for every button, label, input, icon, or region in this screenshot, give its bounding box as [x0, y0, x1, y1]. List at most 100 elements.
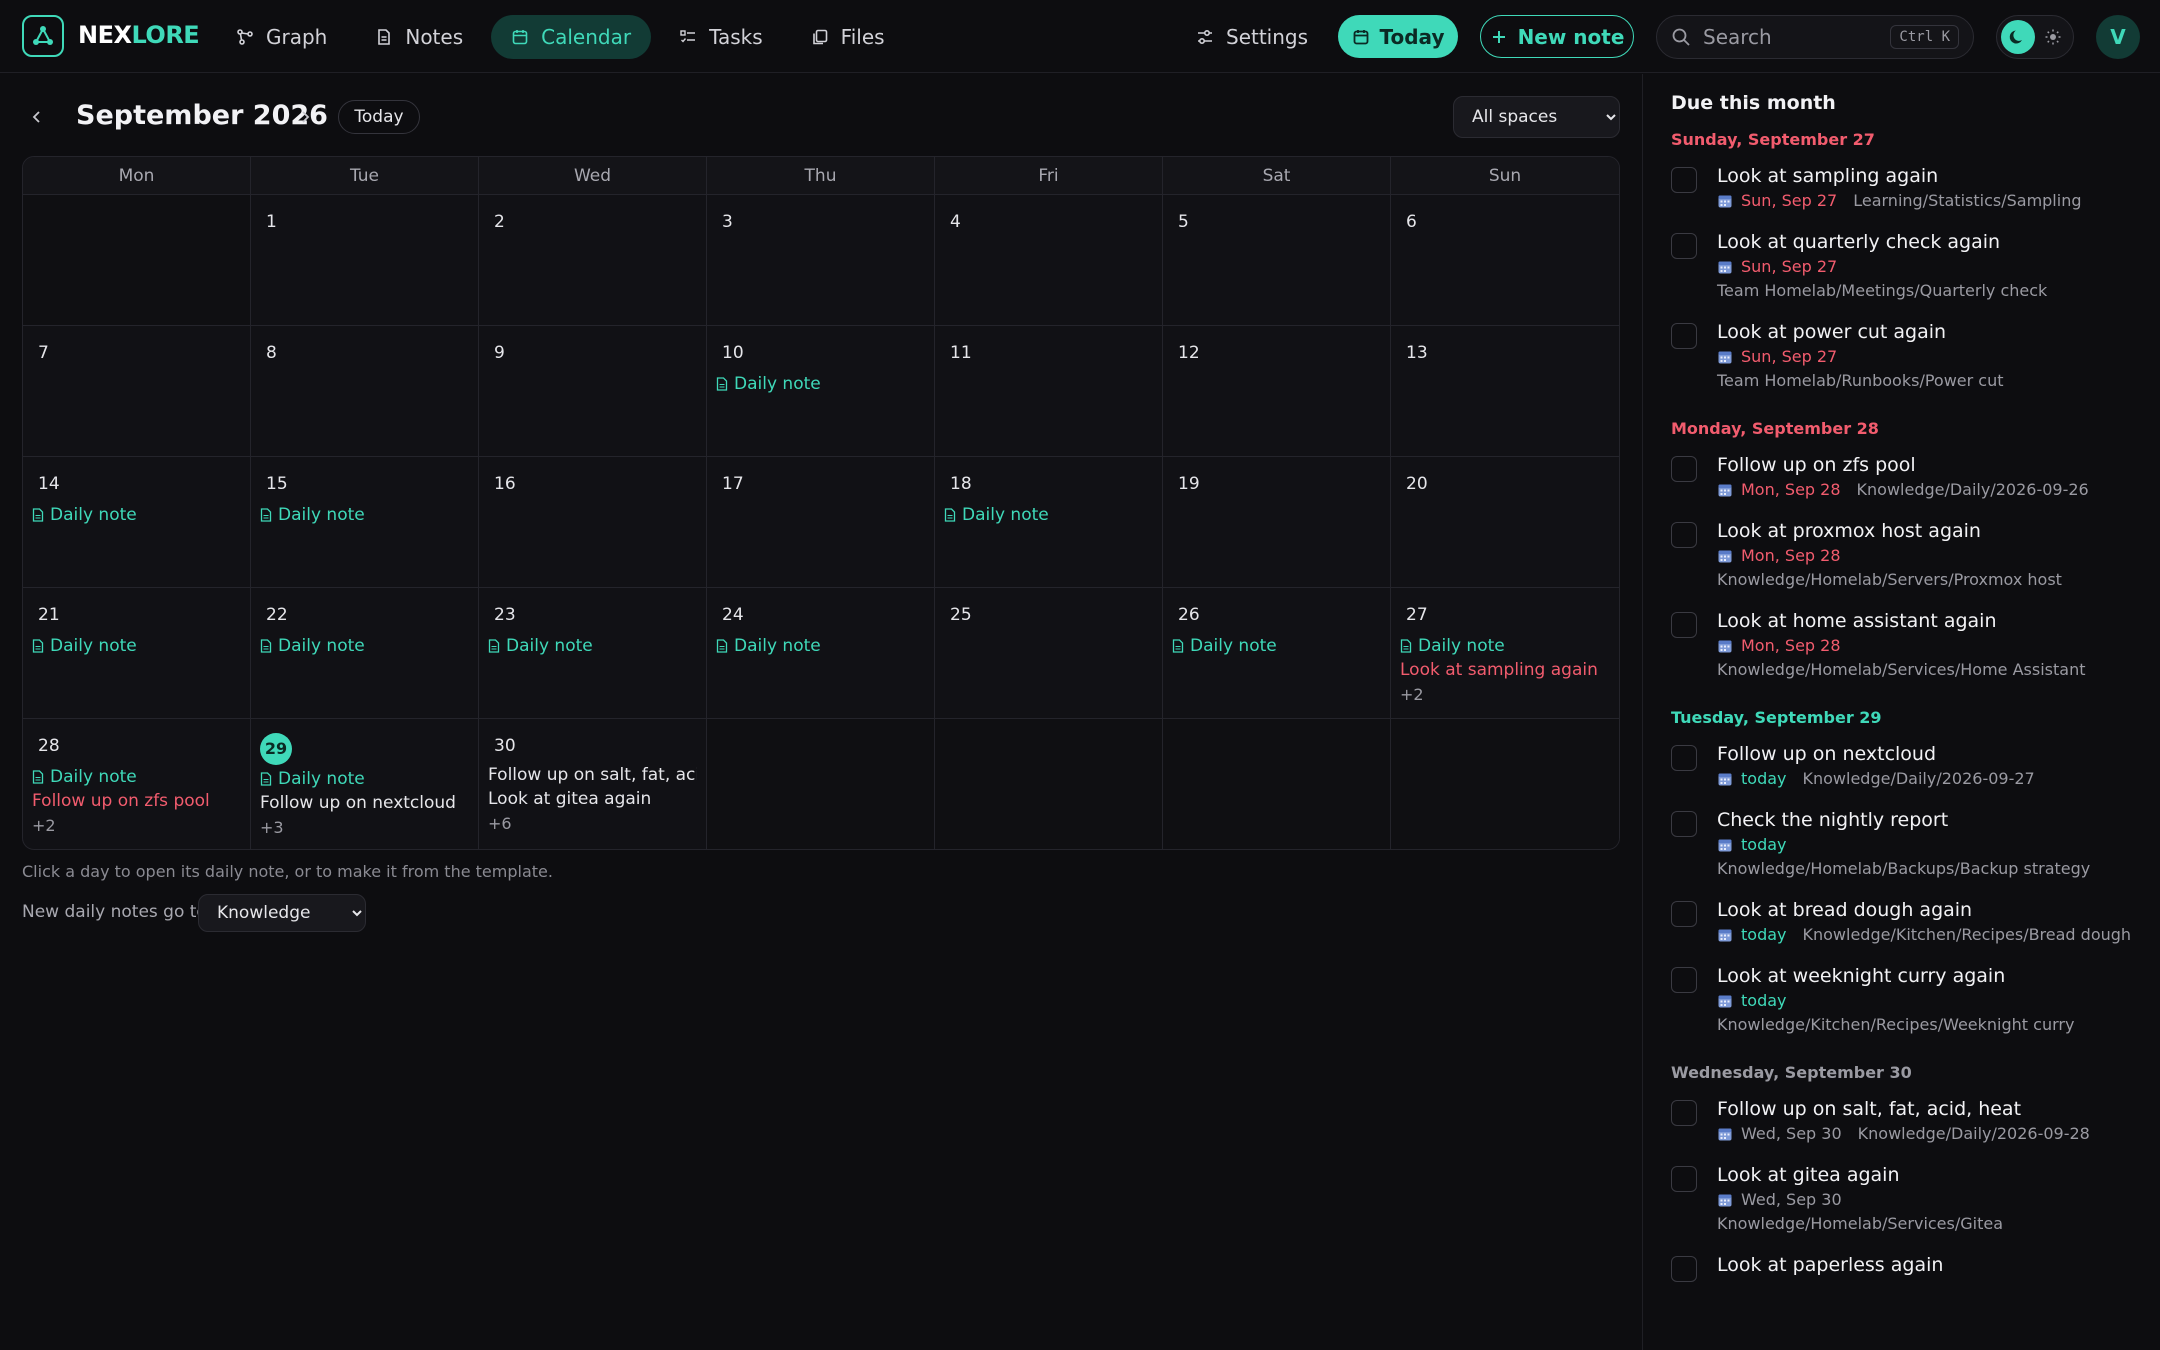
day-cell[interactable]: 9 [479, 326, 707, 457]
nav-calendar[interactable]: Calendar [491, 15, 652, 59]
task-note-path[interactable]: Team Homelab/Runbooks/Power cut [1717, 369, 2004, 393]
day-cell[interactable]: 17 [707, 457, 935, 588]
due-task-row[interactable]: Look at sampling again Sun, Sep 27 Learnin… [1671, 155, 2132, 221]
daily-note-link[interactable]: Daily note [1400, 634, 1610, 658]
day-cell[interactable]: 12 [1163, 326, 1391, 457]
daily-note-link[interactable]: Daily note [260, 503, 469, 527]
task-checkbox[interactable] [1671, 167, 1697, 193]
task-title[interactable]: Check the nightly report [1717, 807, 2132, 833]
daily-note-link[interactable]: Daily note [32, 765, 241, 789]
task-checkbox[interactable] [1671, 1166, 1697, 1192]
task-title[interactable]: Look at paperless again [1717, 1252, 2132, 1278]
daily-note-link[interactable]: Daily note [260, 634, 469, 658]
task-event[interactable]: Look at sampling again [1400, 658, 1610, 682]
task-checkbox[interactable] [1671, 967, 1697, 993]
nav-files[interactable]: Files [791, 15, 905, 59]
day-cell[interactable]: 23 Daily note [479, 588, 707, 719]
day-cell[interactable]: 7 [23, 326, 251, 457]
calendar-today-button[interactable]: Today [338, 100, 420, 134]
destination-select[interactable]: Knowledge [198, 894, 366, 932]
daily-note-link[interactable]: Daily note [944, 503, 1153, 527]
daily-note-link[interactable]: Daily note [32, 634, 241, 658]
task-note-path[interactable]: Knowledge/Kitchen/Recipes/Bread dough [1803, 923, 2132, 947]
day-cell[interactable]: 13 [1391, 326, 1619, 457]
day-cell[interactable]: 4 [935, 195, 1163, 326]
nav-graph[interactable]: Graph [216, 15, 347, 59]
more-events-link[interactable]: +6 [488, 811, 697, 835]
search-box[interactable]: Ctrl K [1656, 15, 1974, 59]
day-cell[interactable]: 30 Follow up on salt, fat, aci... Look at … [479, 719, 707, 849]
due-task-row[interactable]: Look at quarterly check again Sun, Sep 27… [1671, 221, 2132, 311]
avatar[interactable]: V [2096, 15, 2140, 59]
day-cell[interactable]: 28 Daily note Follow up on zfs pool +2 [23, 719, 251, 849]
task-title[interactable]: Look at bread dough again [1717, 897, 2132, 923]
task-checkbox[interactable] [1671, 522, 1697, 548]
task-checkbox[interactable] [1671, 233, 1697, 259]
more-events-link[interactable]: +2 [32, 813, 241, 837]
day-cell[interactable]: 20 [1391, 457, 1619, 588]
more-events-link[interactable]: +3 [260, 815, 469, 839]
day-cell[interactable]: 22 Daily note [251, 588, 479, 719]
settings-button[interactable]: Settings [1186, 15, 1318, 59]
task-note-path[interactable]: Knowledge/Homelab/Servers/Proxmox host [1717, 568, 2062, 592]
due-task-row[interactable]: Check the nightly report today Knowledge/H… [1671, 799, 2132, 889]
task-event[interactable]: Follow up on salt, fat, aci... [488, 763, 697, 787]
task-checkbox[interactable] [1671, 811, 1697, 837]
task-checkbox[interactable] [1671, 1100, 1697, 1126]
due-task-row[interactable]: Look at bread dough again today Knowledge/… [1671, 889, 2132, 955]
task-note-path[interactable]: Knowledge/Kitchen/Recipes/Weeknight curr… [1717, 1013, 2074, 1037]
task-event[interactable]: Look at gitea again [488, 787, 697, 811]
due-task-row[interactable]: Look at paperless again [1671, 1244, 2132, 1290]
day-cell[interactable]: 10 Daily note [707, 326, 935, 457]
day-cell[interactable]: 27 Daily note Look at sampling again +2 [1391, 588, 1619, 719]
task-event[interactable]: Follow up on zfs pool [32, 789, 241, 813]
day-cell[interactable]: 14 Daily note [23, 457, 251, 588]
task-title[interactable]: Look at proxmox host again [1717, 518, 2132, 544]
task-title[interactable]: Look at gitea again [1717, 1162, 2132, 1188]
task-note-path[interactable]: Knowledge/Daily/2026-09-27 [1803, 767, 2035, 791]
day-cell[interactable]: 2 [479, 195, 707, 326]
task-title[interactable]: Follow up on zfs pool [1717, 452, 2132, 478]
day-cell[interactable]: 8 [251, 326, 479, 457]
daily-note-link[interactable]: Daily note [716, 372, 925, 396]
space-filter-select[interactable]: All spaces [1453, 96, 1620, 138]
daily-note-link[interactable]: Daily note [260, 767, 469, 791]
due-task-row[interactable]: Look at weeknight curry again today Knowle… [1671, 955, 2132, 1045]
task-title[interactable]: Look at quarterly check again [1717, 229, 2132, 255]
task-checkbox[interactable] [1671, 901, 1697, 927]
day-cell[interactable]: 5 [1163, 195, 1391, 326]
due-task-row[interactable]: Look at proxmox host again Mon, Sep 28 Kno… [1671, 510, 2132, 600]
day-cell[interactable]: 26 Daily note [1163, 588, 1391, 719]
task-note-path[interactable]: Knowledge/Daily/2026-09-26 [1857, 478, 2089, 502]
daily-note-link[interactable]: Daily note [32, 503, 241, 527]
task-note-path[interactable]: Learning/Statistics/Sampling [1853, 189, 2081, 213]
due-task-row[interactable]: Follow up on salt, fat, acid, heat Wed, S… [1671, 1088, 2132, 1154]
task-title[interactable]: Follow up on nextcloud [1717, 741, 2132, 767]
day-cell[interactable]: 18 Daily note [935, 457, 1163, 588]
task-checkbox[interactable] [1671, 1256, 1697, 1282]
day-cell[interactable]: 1 [251, 195, 479, 326]
day-cell[interactable]: 29 Daily note Follow up on nextcloud +3 [251, 719, 479, 849]
task-title[interactable]: Look at power cut again [1717, 319, 2132, 345]
today-button[interactable]: Today [1338, 15, 1458, 58]
due-task-row[interactable]: Look at gitea again Wed, Sep 30 Knowledge/… [1671, 1154, 2132, 1244]
day-cell[interactable]: 25 [935, 588, 1163, 719]
task-title[interactable]: Follow up on salt, fat, acid, heat [1717, 1096, 2132, 1122]
task-note-path[interactable]: Knowledge/Daily/2026-09-28 [1858, 1122, 2090, 1146]
task-title[interactable]: Look at weeknight curry again [1717, 963, 2132, 989]
nav-tasks[interactable]: Tasks [659, 15, 783, 59]
task-note-path[interactable]: Knowledge/Homelab/Backups/Backup strateg… [1717, 857, 2090, 881]
search-input[interactable] [1703, 25, 1873, 49]
day-cell[interactable]: 3 [707, 195, 935, 326]
logo-icon[interactable] [22, 15, 64, 57]
more-events-link[interactable]: +2 [1400, 682, 1610, 706]
day-cell[interactable]: 6 [1391, 195, 1619, 326]
task-event[interactable]: Follow up on nextcloud [260, 791, 469, 815]
daily-note-link[interactable]: Daily note [716, 634, 925, 658]
day-cell[interactable]: 21 Daily note [23, 588, 251, 719]
next-month-button[interactable] [290, 102, 320, 132]
daily-note-link[interactable]: Daily note [1172, 634, 1381, 658]
task-note-path[interactable]: Knowledge/Homelab/Services/Home Assistan… [1717, 658, 2085, 682]
task-note-path[interactable]: Team Homelab/Meetings/Quarterly check [1717, 279, 2047, 303]
task-checkbox[interactable] [1671, 456, 1697, 482]
